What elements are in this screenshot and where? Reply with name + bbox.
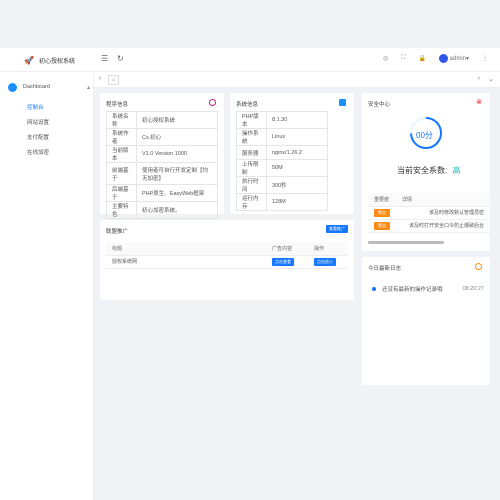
top-bar: 🚀 初心授权系统 ☰ ↻ ◎ ⛶ 🔒 admin▾ ⋮ [0,48,500,72]
sidebar: Dashboard ▴ 控制台 网站设置 支付配置 在线加密 [0,72,94,500]
chevron-right-icon[interactable]: › [478,75,480,82]
security-detail: 该及时打开安全口令防止爆破后台 [396,219,490,233]
log-dot-icon [372,287,376,291]
rocket-icon: 🚀 [24,56,34,65]
col-header: 标题 [106,242,266,256]
kv-key: 当前版本 [106,145,137,163]
kv-key: 前端基于 [106,162,137,185]
sidebar-item-console[interactable]: 控制台 [27,103,44,111]
app-logo[interactable]: 🚀 初心授权系统 [24,56,75,65]
kv-key: 后端基于 [106,184,137,202]
kv-value: nginx/1.26.2 [266,145,328,160]
fullscreen-icon[interactable]: ⛶ [401,55,405,62]
user-menu[interactable]: admin▾ [438,54,469,63]
col-header: 重要度 [368,193,396,207]
log-time: 08:20:27 [462,286,484,292]
more-icon[interactable]: ⋮ [482,55,488,62]
kv-value: PHP原生、EasyWeb框架 [136,184,218,202]
clock-icon [475,263,482,270]
kv-value: 使用者可自行开发定制【均无加密】 [136,162,218,185]
menu-toggle-icon[interactable]: ☰ [101,54,108,63]
log-text: 还没有最新的操作记录哦 [382,287,443,293]
kv-value: 50M [266,159,328,177]
system-info-table: PHP版本 8.1.30 操作系统 Linux 服务器 nginx/1.26.2 上传… [236,111,328,211]
security-title: 安全中心 [368,102,391,108]
table-row: 警告 该及时打开安全口令防止爆破后台 [368,219,490,233]
alliance-table: 标题 广告内容 操作 授权系统网 点击查看 点击进入 [106,242,348,269]
security-score-label: 当前安全系数: [397,166,448,175]
user-name: admin [449,56,466,63]
kv-value: Linux [266,128,328,146]
kv-key: 操作系统 [236,128,267,146]
kv-key: 主要特色 [106,201,137,219]
dashboard-icon [8,82,17,92]
warning-badge: 警告 [374,221,390,230]
kv-value: Cx.初心 [136,128,218,146]
table-row: 警告 该及时修改默认管理员密 [368,206,490,220]
col-header: 广告内容 [266,242,308,256]
program-info-table: 系统名称 初心授权系统 系统作者 Cx.初心 当前版本 V1.0 Version 10… [106,111,218,219]
table-row: 授权系统网 点击查看 点击进入 [106,255,348,269]
program-info-title: 程序信息 [106,102,129,108]
alliance-site: 授权系统网 [106,255,266,269]
kv-value: 初心授权系统 [136,111,218,129]
log-entry: 还没有最新的操作记录哦 08:20:27 [372,285,484,293]
kv-key: 执行时间 [236,176,267,194]
kv-key: 上传限制 [236,159,267,177]
kv-value: V1.0 Version 1000 [136,145,218,163]
security-detail: 该及时修改默认管理员密 [396,206,490,220]
system-info-title: 系统信息 [236,102,259,108]
security-score: 00分 [416,131,433,140]
security-score-level: 高 [452,166,461,175]
kv-value: 8.1.30 [266,111,328,129]
kv-key: 服务器 [236,145,267,160]
program-info-card: 程序信息 系统名称 初心授权系统 系统作者 Cx.初心 当前版本 V1.0 Versi… [100,93,224,219]
chevron-left-icon[interactable]: ‹ [99,75,101,82]
sidebar-item-payment[interactable]: 支付配置 [27,133,49,141]
col-header: 操作 [308,242,348,256]
settings-icon[interactable] [209,99,216,106]
windows-icon [339,99,346,106]
sidebar-item-encrypt[interactable]: 在线加密 [27,148,49,156]
refresh-icon[interactable]: ↻ [117,54,124,63]
security-score-row: 当前安全系数: 高 [397,165,460,176]
close-icon[interactable]: ⊗ [476,98,482,106]
log-card: 今日最新日志 还没有最新的操作记录哦 08:20:27 [362,257,490,385]
log-title: 今日最新日志 [368,266,402,272]
col-header: 详情 [396,193,490,207]
alliance-title: 联盟推广 [106,229,129,235]
avatar [438,54,448,63]
home-tab[interactable]: ⌂ [108,75,119,85]
view-promo-button[interactable]: 查看推广 [326,225,348,233]
system-info-card: 系统信息 PHP版本 8.1.30 操作系统 Linux 服务器 nginx/1.26… [230,93,354,214]
view-content-button[interactable]: 点击查看 [272,257,294,266]
sidebar-item-site-settings[interactable]: 网站设置 [27,118,49,126]
tab-bar: ‹ ⌂ › ⌄ [94,72,500,88]
sidebar-group-dashboard[interactable]: Dashboard ▴ [8,80,90,94]
chevron-down-icon[interactable]: ⌄ [488,75,494,83]
warning-badge: 警告 [374,208,390,217]
kv-key: PHP版本 [236,111,267,129]
kv-value: 300秒 [266,176,328,194]
kv-key: 系统作者 [106,128,137,146]
app-title: 初心授权系统 [38,59,75,65]
kv-key: 系统名称 [106,111,137,129]
kv-key: 运行内存 [236,193,267,211]
sidebar-group-label: Dashboard [23,84,50,90]
kv-value: 初心加密系统。 [136,201,218,219]
chevron-up-icon: ▴ [86,84,90,91]
horizontal-scrollbar[interactable] [368,241,444,244]
kv-value: 128M [266,193,328,211]
enter-button[interactable]: 点击进入 [314,257,336,266]
security-table: 重要度 详情 警告 该及时修改默认管理员密 警告 该及时打开安全口令防止爆破后台 [368,193,490,233]
security-card: 安全中心 ⊗ 00分 当前安全系数: 高 重要度 详情 警告 该及时修改默认管理… [362,93,490,251]
theme-icon[interactable]: ◎ [383,55,388,62]
alliance-card: 联盟推广 查看推广 标题 广告内容 操作 授权系统网 点击查看 点击进入 [100,220,354,300]
lock-icon[interactable]: 🔒 [418,55,425,62]
